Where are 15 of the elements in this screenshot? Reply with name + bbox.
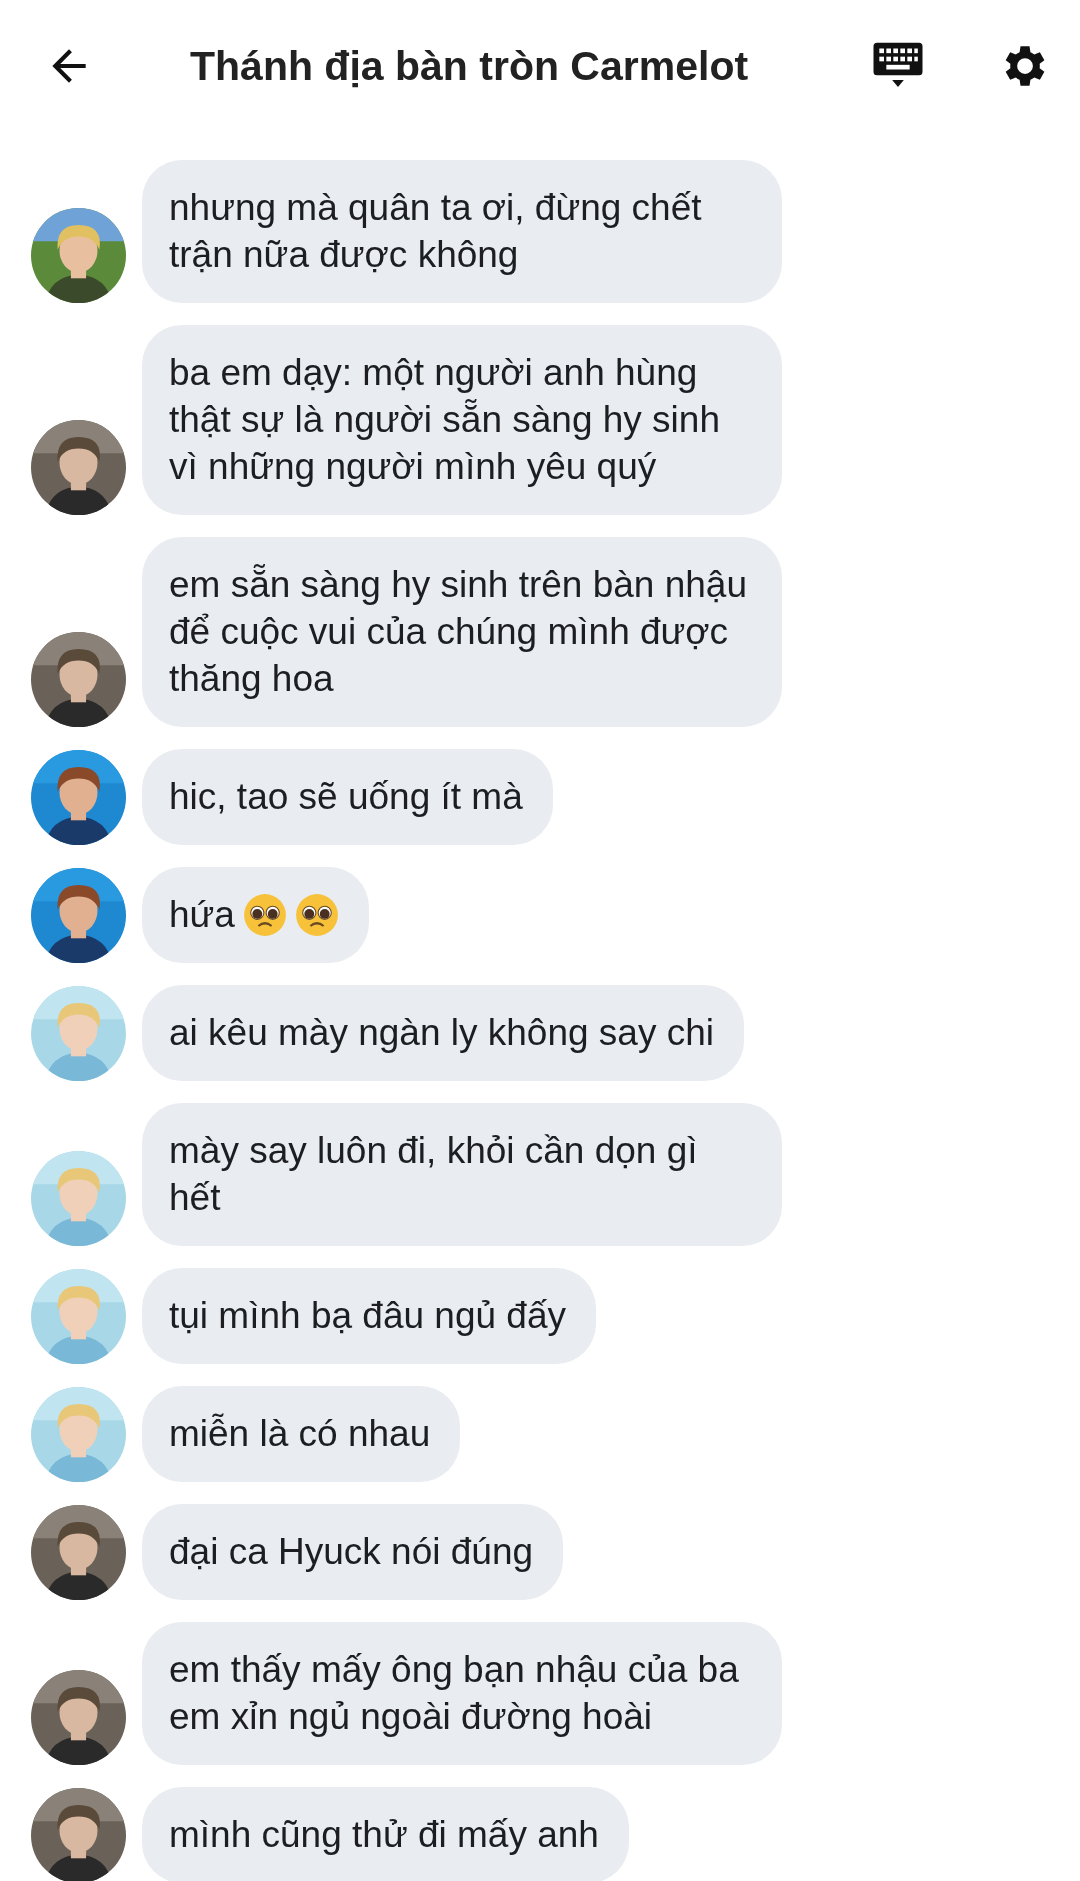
message-bubble: nhưng mà quân ta ơi, đừng chết trận nữa được không xyxy=(142,160,782,303)
chat-title: Thánh địa bàn tròn Carmelot xyxy=(190,42,750,90)
message-bubble: mình cũng thử đi mấy anh xyxy=(142,1787,629,1881)
pleading-face-icon xyxy=(242,892,287,937)
message-bubble: ai kêu mày ngàn ly không say chi xyxy=(142,985,745,1081)
pleading-face-icon xyxy=(294,892,339,937)
message-bubble: đại ca Hyuck nói đúng xyxy=(142,1504,564,1600)
message-bubble: ba em dạy: một người anh hùng thật sự là người sẵn sàng hy sinh vì những người mình yêu quý xyxy=(142,325,782,515)
message-bubble: em thấy mấy ông bạn nhậu của ba em xỉn ngủ ngoài đường hoài xyxy=(142,1622,782,1765)
message-bubble: miễn là có nhau xyxy=(142,1386,461,1482)
message-bubble: tụi mình bạ đâu ngủ đấy xyxy=(142,1268,596,1364)
message-bubble: hic, tao sẽ uống ít mà xyxy=(142,749,553,845)
message-bubble: em sẵn sàng hy sinh trên bàn nhậu để cuộc vui của chúng mình được thăng hoa xyxy=(142,537,782,727)
message-bubble: mày say luôn đi, khỏi cần dọn gì hết xyxy=(142,1103,782,1246)
message-bubble: hứa xyxy=(142,867,369,963)
